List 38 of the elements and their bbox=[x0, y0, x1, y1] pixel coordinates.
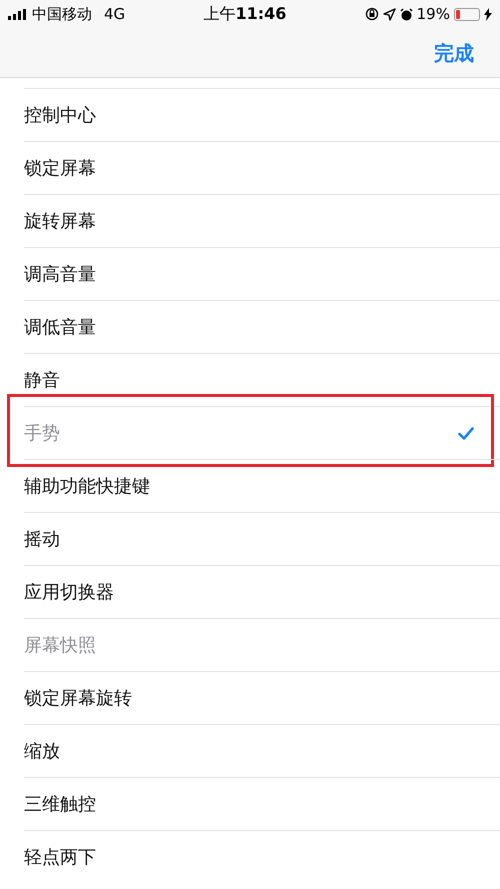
row-label: 锁定屏幕 bbox=[24, 156, 96, 180]
list-row[interactable]: 锁定屏幕旋转 bbox=[24, 671, 500, 724]
row-label: 缩放 bbox=[24, 740, 60, 764]
location-icon bbox=[382, 8, 396, 20]
row-label: 辅助功能快捷键 bbox=[24, 474, 150, 498]
row-label: 屏幕快照 bbox=[24, 634, 96, 658]
signal-icon bbox=[8, 8, 28, 20]
list-row[interactable]: 锁定屏幕 bbox=[24, 141, 500, 194]
row-label: 手势 bbox=[24, 422, 60, 446]
network-type: 4G bbox=[104, 4, 126, 25]
list-row[interactable]: 静音 bbox=[24, 353, 500, 406]
list-row[interactable]: 轻点两下 bbox=[24, 830, 500, 883]
row-label: 锁定屏幕旋转 bbox=[24, 686, 132, 710]
row-label: 三维触控 bbox=[24, 792, 96, 816]
list-row[interactable]: 旋转屏幕 bbox=[24, 194, 500, 247]
row-label: 旋转屏幕 bbox=[24, 210, 96, 234]
list-row[interactable]: 缩放 bbox=[24, 724, 500, 777]
row-label: 静音 bbox=[24, 368, 60, 392]
done-button[interactable]: 完成 bbox=[434, 38, 474, 68]
list-row[interactable]: 摇动 bbox=[24, 512, 500, 565]
row-label: 控制中心 bbox=[24, 104, 96, 128]
row-label: 应用切换器 bbox=[24, 580, 114, 604]
alarm-icon bbox=[400, 8, 413, 20]
list-row[interactable]: 应用切换器 bbox=[24, 565, 500, 618]
row-label: 轻点两下 bbox=[24, 846, 96, 870]
battery-percent: 19% bbox=[416, 4, 450, 25]
list-row[interactable]: 三维触控 bbox=[24, 777, 500, 830]
list-row[interactable]: 调高音量 bbox=[24, 247, 500, 300]
clock: 上午11:46 bbox=[203, 3, 286, 25]
row-label: 调高音量 bbox=[24, 262, 96, 286]
carrier-name: 中国移动 bbox=[32, 4, 92, 25]
row-label: 调低音量 bbox=[24, 316, 96, 340]
orientation-lock-icon bbox=[364, 7, 379, 21]
row-label: 摇动 bbox=[24, 528, 60, 552]
list-row[interactable]: 调低音量 bbox=[24, 300, 500, 353]
battery-icon bbox=[454, 8, 480, 20]
list-row[interactable]: 控制中心 bbox=[24, 88, 500, 141]
list-row[interactable]: 辅助功能快捷键 bbox=[24, 459, 500, 512]
